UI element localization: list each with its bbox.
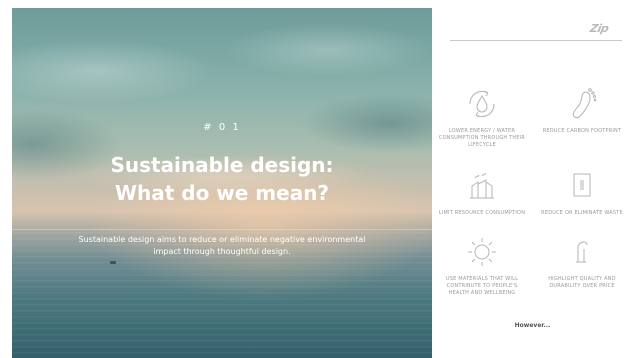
feature-quality-durability: HIGHLIGHT QUALITY AND DURABILITY OVER PR…	[538, 232, 626, 290]
feature-label: REDUCE CARBON FOOTPRINT	[542, 128, 622, 134]
page: # 0 1 Sustainable design: What do we mea…	[0, 0, 633, 358]
boat-silhouette	[110, 261, 116, 264]
page-title-line-1: Sustainable design:	[110, 153, 334, 177]
factory-icon	[470, 172, 494, 199]
brand-logo: Zip	[588, 22, 610, 35]
feature-label: USE MATERIALS THAT WILL CONTRIBUTE TO PE…	[445, 276, 519, 296]
logo-divider	[450, 40, 622, 41]
feature-limit-resource: LIMIT RESOURCE CONSUMPTION	[438, 166, 526, 217]
page-title-line-2: What do we mean?	[114, 181, 330, 205]
features-panel: Zip LOWER ENERGY / WATER CONSUMPTION THR…	[432, 8, 633, 358]
section-number: # 0 1	[203, 122, 241, 133]
feature-label: LOWER ENERGY / WATER CONSUMPTION THROUGH…	[438, 128, 526, 148]
page-title: Sustainable design: What do we mean?	[12, 151, 432, 207]
however-text: However...	[514, 322, 551, 329]
sun-icon	[468, 238, 496, 266]
tap-icon	[576, 241, 588, 263]
hero-description: Sustainable design aims to reduce or eli…	[78, 235, 366, 256]
hero-panel: # 0 1 Sustainable design: What do we mea…	[12, 8, 432, 358]
feature-label: REDUCE OR ELIMINATE WASTE	[541, 210, 623, 216]
feature-label: LIMIT RESOURCE CONSUMPTION	[438, 210, 526, 216]
bin-icon	[573, 173, 591, 197]
feature-lower-energy: LOWER ENERGY / WATER CONSUMPTION THROUGH…	[438, 84, 526, 149]
feature-label: HIGHLIGHT QUALITY AND DURABILITY OVER PR…	[548, 276, 616, 289]
feature-healthy-materials: USE MATERIALS THAT WILL CONTRIBUTE TO PE…	[438, 232, 526, 297]
feature-reduce-carbon: REDUCE CARBON FOOTPRINT	[538, 84, 626, 135]
feature-reduce-waste: REDUCE OR ELIMINATE WASTE	[538, 166, 626, 217]
horizon-line	[12, 228, 432, 230]
water-drop-cycle-icon	[469, 90, 495, 118]
footprint-icon	[572, 88, 597, 119]
